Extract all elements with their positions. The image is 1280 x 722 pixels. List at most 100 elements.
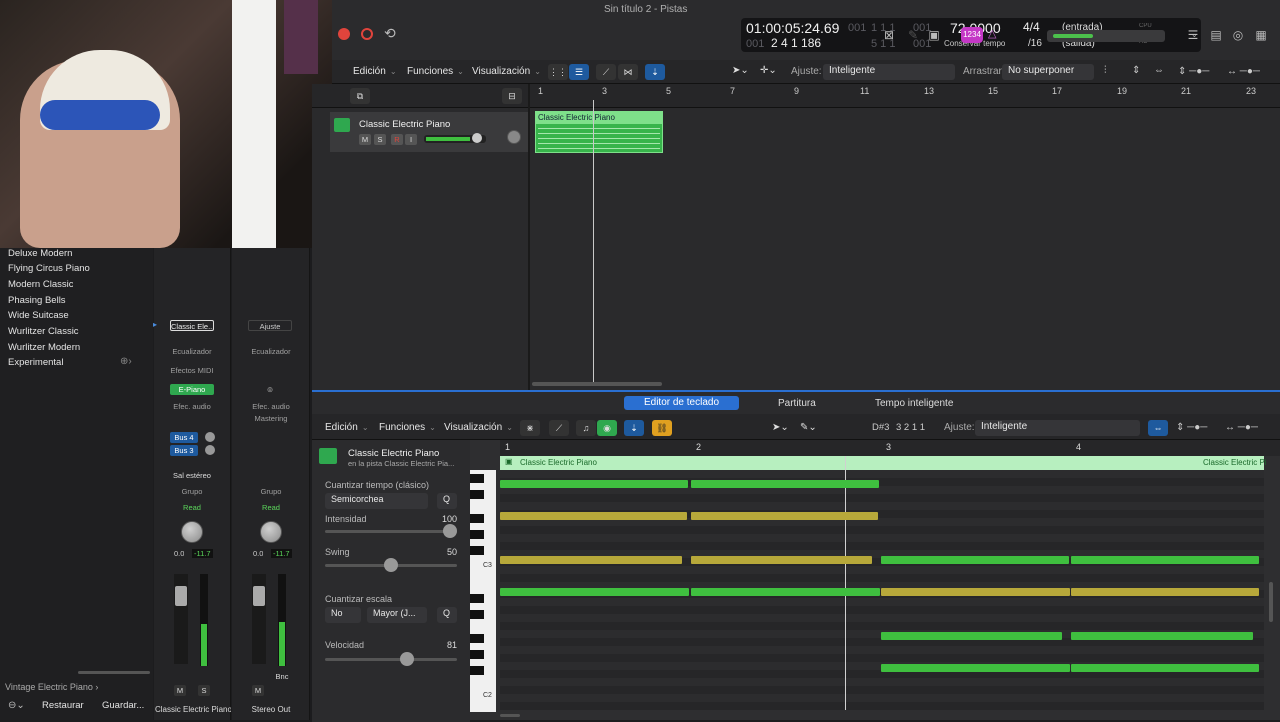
- add-track-icon[interactable]: ⧉: [350, 88, 370, 104]
- audio-fx-slot[interactable]: Efec. audio: [167, 401, 217, 412]
- eq-slot[interactable]: Ecualizador: [246, 346, 296, 357]
- instrument-slot[interactable]: E-Piano: [170, 384, 214, 395]
- library-item[interactable]: Phasing Bells: [8, 295, 66, 306]
- editor-pointer-tool-icon[interactable]: ➤⌄: [772, 422, 789, 433]
- vertical-zoom-icon[interactable]: ⇕: [1132, 65, 1140, 76]
- library-item[interactable]: Wurlitzer Modern: [8, 342, 80, 353]
- tracks-menu-view[interactable]: Visualización ⌄: [472, 66, 541, 77]
- lcd-division[interactable]: /16: [1028, 38, 1042, 49]
- midi-note[interactable]: [691, 512, 878, 520]
- collapse-icon[interactable]: ◉: [597, 420, 617, 436]
- settings-menu-icon[interactable]: ⊖⌄: [8, 700, 25, 711]
- mute-button[interactable]: M: [174, 685, 186, 696]
- editor-menu-functions[interactable]: Funciones ⌄: [379, 422, 436, 433]
- setting-slot[interactable]: Ajuste: [248, 320, 292, 331]
- editor-v-scrollbar[interactable]: [1269, 582, 1273, 622]
- note-pad-icon[interactable]: ▤: [1205, 25, 1227, 45]
- bus-slot[interactable]: Bus 3: [170, 445, 198, 456]
- automation-slot[interactable]: Read: [246, 502, 296, 513]
- tab-score[interactable]: Partitura: [778, 398, 816, 409]
- pencil-icon[interactable]: ✎: [902, 25, 924, 45]
- editor-pencil-tool-icon[interactable]: ✎⌄: [800, 422, 817, 433]
- midi-note[interactable]: [691, 480, 879, 488]
- midi-note[interactable]: [881, 664, 1070, 672]
- playhead[interactable]: [593, 100, 594, 382]
- editor-h-scrollbar[interactable]: [500, 714, 520, 717]
- piano-black-key[interactable]: [470, 514, 484, 523]
- library-item[interactable]: Modern Classic: [8, 279, 73, 290]
- tracks-menu-edit[interactable]: Edición ⌄: [353, 66, 397, 77]
- link-icon[interactable]: ⛓: [652, 420, 672, 436]
- track-solo-button[interactable]: S: [374, 134, 386, 145]
- midi-region[interactable]: Classic Electric Piano: [535, 111, 663, 153]
- tracks-h-scrollbar[interactable]: [532, 382, 662, 386]
- track-pan-knob[interactable]: [507, 130, 521, 144]
- doc-icon[interactable]: ▣: [923, 25, 945, 45]
- editor-menu-view[interactable]: Visualización ⌄: [444, 422, 513, 433]
- track-mute-button[interactable]: M: [359, 134, 371, 145]
- midi-note[interactable]: [881, 632, 1062, 640]
- midi-note[interactable]: [500, 588, 689, 596]
- automation-icon[interactable]: ⟋: [596, 64, 616, 80]
- library-footer[interactable]: Vintage Electric Piano ›: [5, 682, 98, 692]
- tracks-snap-select[interactable]: Inteligente: [823, 64, 955, 80]
- midi-note[interactable]: [691, 556, 872, 564]
- cycle-icon[interactable]: ⟲: [384, 25, 396, 42]
- midi-note[interactable]: [1071, 664, 1259, 672]
- piano-black-key[interactable]: [470, 594, 484, 603]
- velocity-thumb[interactable]: [400, 652, 414, 666]
- library-item[interactable]: Wide Suitcase: [8, 310, 69, 321]
- waveform-zoom-icon[interactable]: ⫶: [1104, 65, 1107, 76]
- browser-icon[interactable]: ▦: [1250, 25, 1272, 45]
- swing-thumb[interactable]: [384, 558, 398, 572]
- link-icon[interactable]: ⊚: [262, 384, 278, 395]
- midi-note[interactable]: [500, 556, 682, 564]
- tab-smart-tempo[interactable]: Tempo inteligente: [875, 398, 953, 409]
- scale-no-select[interactable]: No: [325, 607, 361, 623]
- scale-select[interactable]: Mayor (J...: [367, 607, 427, 623]
- bounce-button[interactable]: Bnc: [274, 671, 290, 682]
- record-button[interactable]: [338, 28, 350, 40]
- quantize-select[interactable]: Semicorchea: [325, 493, 428, 509]
- piano-black-key[interactable]: [470, 474, 484, 483]
- pan-knob[interactable]: [260, 521, 282, 543]
- midi-thru-icon[interactable]: ♫: [576, 420, 596, 436]
- automation-slot[interactable]: Read: [167, 502, 217, 513]
- library-item[interactable]: Flying Circus Piano: [8, 263, 90, 274]
- master-volume-slider[interactable]: [1047, 30, 1165, 42]
- quantize-button[interactable]: Q: [437, 493, 457, 509]
- lcd-signature[interactable]: 4/4: [1023, 20, 1040, 34]
- piano-black-key[interactable]: [470, 650, 484, 659]
- scale-quantize-button[interactable]: Q: [437, 607, 457, 623]
- count-badge[interactable]: 1234: [961, 27, 983, 43]
- editor-menu-edit[interactable]: Edición ⌄: [325, 422, 369, 433]
- editor-vzoom-slider[interactable]: ⇕ ─●─: [1176, 422, 1207, 433]
- catch-icon[interactable]: ⇣: [645, 64, 665, 80]
- fader-cap[interactable]: [253, 586, 265, 606]
- piano-black-key[interactable]: [470, 546, 484, 555]
- eq-slot[interactable]: Ecualizador: [167, 346, 217, 357]
- library-item[interactable]: Wurlitzer Classic: [8, 326, 79, 337]
- setting-slot[interactable]: Classic Ele...: [170, 320, 214, 331]
- track-header[interactable]: Classic Electric Piano M S R I: [330, 112, 528, 152]
- library-item[interactable]: Deluxe Modern: [8, 248, 72, 259]
- tuner-icon[interactable]: △: [988, 27, 996, 40]
- automation-icon[interactable]: ⟋: [549, 420, 569, 436]
- intensity-slider[interactable]: [325, 524, 457, 538]
- track-volume-slider[interactable]: [424, 133, 486, 143]
- midi-note[interactable]: [500, 512, 687, 520]
- track-record-button[interactable]: R: [391, 134, 403, 145]
- track-name[interactable]: Classic Electric Piano: [359, 119, 450, 130]
- mastering-slot[interactable]: Mastering: [246, 413, 296, 424]
- horizontal-zoom-icon[interactable]: ⇔: [1154, 65, 1164, 76]
- editor-playhead[interactable]: [845, 456, 846, 710]
- solo-button[interactable]: S: [198, 685, 210, 696]
- midi-in-icon[interactable]: ⋇: [520, 420, 540, 436]
- tab-piano-roll[interactable]: Editor de teclado: [624, 396, 739, 410]
- intensity-thumb[interactable]: [443, 524, 457, 538]
- volume-fader[interactable]: [174, 574, 188, 664]
- group-slot[interactable]: Grupo: [167, 486, 217, 497]
- midi-fx-slot[interactable]: Efectos MIDI: [167, 365, 217, 376]
- swing-slider[interactable]: [325, 558, 457, 572]
- library-scrollbar[interactable]: [78, 671, 150, 674]
